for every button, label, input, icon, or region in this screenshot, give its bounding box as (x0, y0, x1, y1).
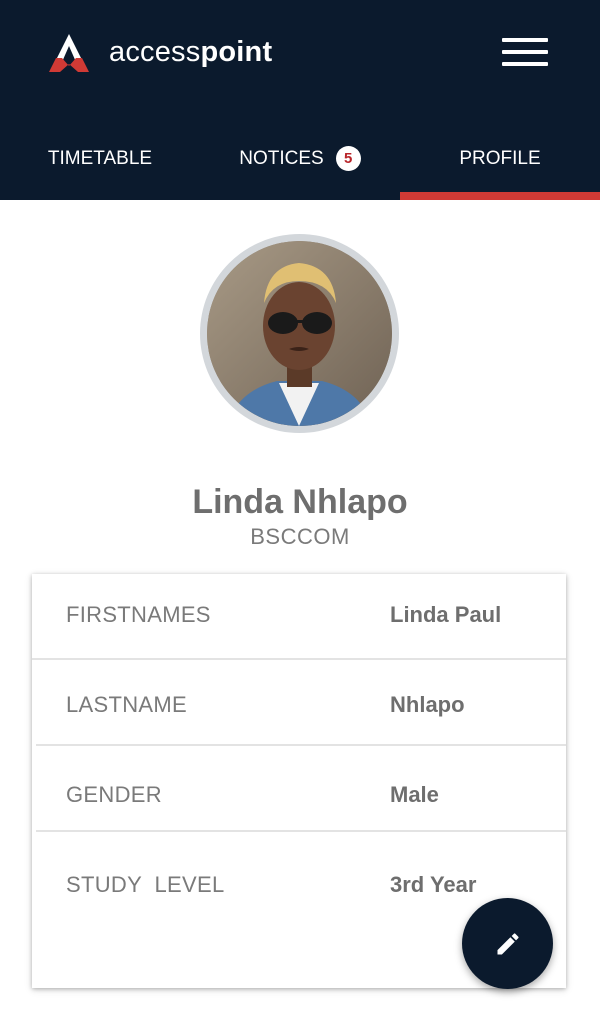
detail-row-firstnames: FIRSTNAMES Linda Paul (32, 574, 566, 660)
edit-pencil-icon (497, 932, 519, 954)
tab-notices[interactable]: NOTICES 5 (200, 128, 400, 200)
brand-name-bold: point (200, 36, 273, 68)
detail-label: STUDY LEVEL (66, 872, 225, 897)
detail-value: Nhlapo (390, 692, 465, 717)
hamburger-menu-icon[interactable] (502, 38, 548, 68)
detail-label: LASTNAME (66, 692, 187, 717)
detail-label: FIRSTNAMES (66, 602, 211, 627)
detail-value: Linda Paul (390, 602, 502, 627)
tab-notices-label: NOTICES (239, 148, 324, 169)
divider (32, 658, 566, 660)
active-tab-indicator (400, 192, 600, 200)
tab-profile-label: PROFILE (459, 148, 541, 169)
tab-bar: TIMETABLE NOTICES 5 PROFILE (0, 128, 600, 200)
detail-label: GENDER (66, 782, 162, 807)
profile-course: BSCCOM (250, 524, 350, 549)
edit-profile-button[interactable] (462, 898, 553, 989)
tab-timetable-label: TIMETABLE (47, 148, 153, 169)
brand-name: accesspoint (109, 36, 272, 69)
profile-photo (207, 241, 392, 426)
notices-count-badge: 5 (335, 146, 361, 171)
brand-name-light: access (109, 36, 201, 68)
accesspoint-logo-icon (49, 34, 89, 72)
app-header: accesspoint TIMETABLE NOTICES 5 PROFILE (0, 0, 600, 200)
divider (36, 744, 566, 746)
avatar (200, 234, 399, 433)
profile-photo-image (207, 241, 392, 426)
divider (36, 830, 566, 832)
detail-value: 3rd Year (390, 872, 477, 897)
tab-profile[interactable]: PROFILE (400, 128, 600, 200)
profile-name: Linda Nhlapo (192, 483, 408, 521)
detail-row-gender: GENDER Male (32, 754, 566, 840)
detail-value: Male (390, 782, 439, 807)
tab-timetable[interactable]: TIMETABLE (0, 128, 200, 200)
detail-row-lastname: LASTNAME Nhlapo (32, 664, 566, 750)
